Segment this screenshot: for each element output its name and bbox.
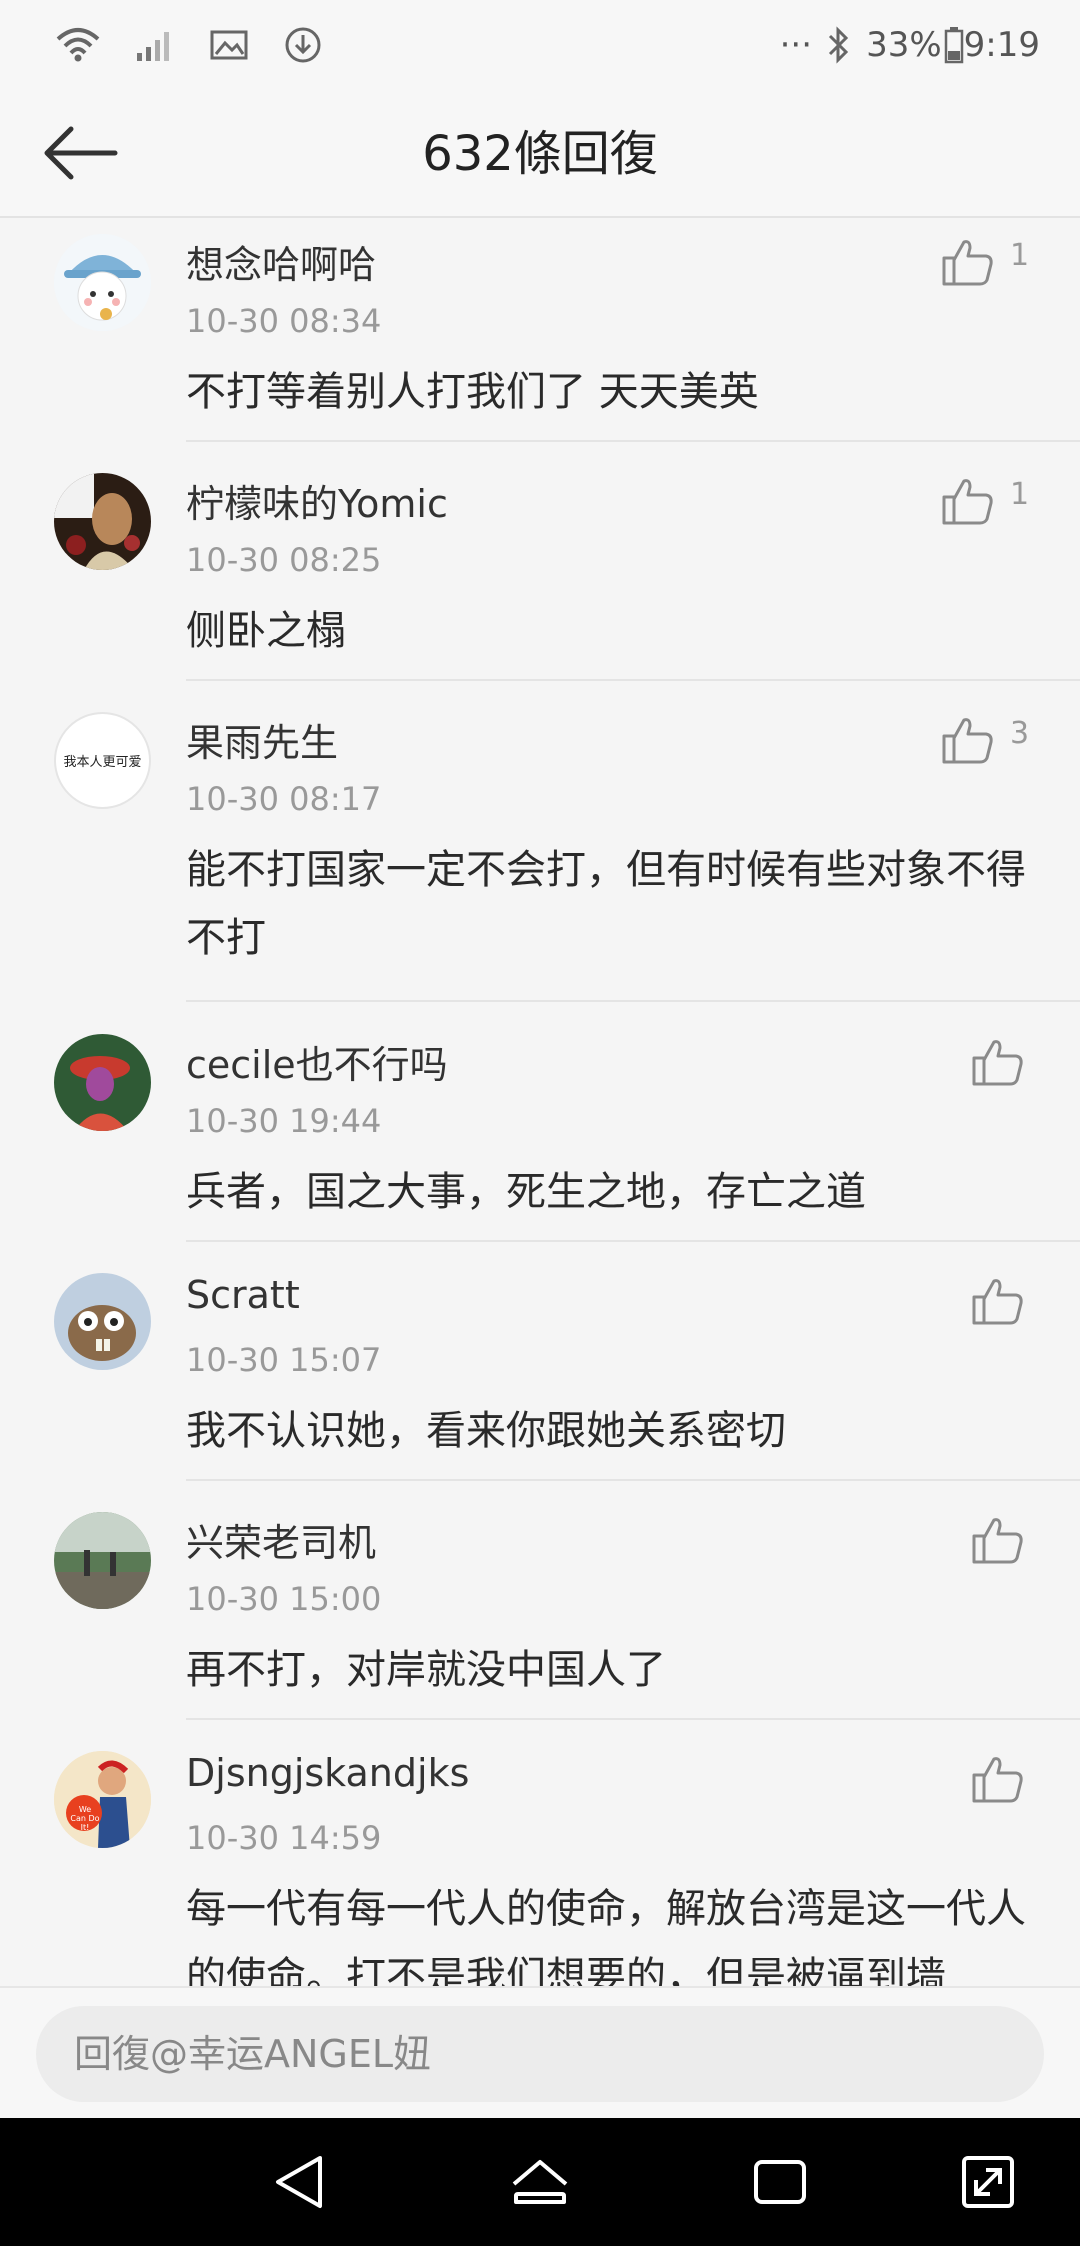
bluetooth-icon — [829, 26, 849, 64]
thumbs-up-icon[interactable] — [940, 473, 996, 529]
comment-text: 侧卧之榻 — [186, 608, 346, 654]
comment-time: 10-30 15:00 — [186, 1580, 382, 1618]
comment-text: 兵者，国之大事，死生之地，存亡之道 — [186, 1169, 866, 1215]
arrow-left-icon — [44, 126, 118, 180]
avatar[interactable] — [54, 1512, 151, 1609]
divider — [186, 1240, 1080, 1242]
thumbs-up-icon[interactable] — [970, 1273, 1026, 1329]
expand-icon[interactable] — [956, 2150, 1020, 2214]
avatar[interactable] — [54, 1034, 151, 1131]
divider — [186, 1479, 1080, 1481]
status-bar: ··· 33% 9:19 — [0, 0, 1080, 90]
divider — [186, 1000, 1080, 1002]
home-icon[interactable] — [508, 2150, 572, 2214]
more-indicator: ··· — [779, 25, 813, 65]
back-button[interactable] — [40, 115, 122, 191]
comment-item[interactable]: 想念哈啊哈 10-30 08:34 不打等着别人打我们了 天天美英 1 — [0, 218, 1080, 442]
divider — [186, 1718, 1080, 1720]
divider — [186, 440, 1080, 442]
battery-percent: 33% — [866, 25, 942, 65]
thumbs-up-icon[interactable] — [970, 1034, 1026, 1090]
comment-time: 10-30 19:44 — [186, 1102, 382, 1140]
comment-item[interactable]: cecile也不行吗 10-30 19:44 兵者，国之大事，死生之地，存亡之道 — [0, 1018, 1080, 1242]
avatar[interactable] — [54, 234, 151, 331]
reply-bar: 回復@幸运ANGEL妞 — [0, 1986, 1080, 2118]
signal-icon — [137, 32, 169, 61]
page-title: 632條回復 — [422, 126, 658, 182]
comment-item[interactable]: 柠檬味的Yomic 10-30 08:25 侧卧之榻 1 — [0, 457, 1080, 681]
back-triangle-icon[interactable] — [268, 2150, 332, 2214]
comment-item[interactable]: We Can Do It! Djsngjskandjks 10-30 14:59… — [0, 1735, 1080, 1986]
comment-item[interactable]: 我本人更可爱 果雨先生 10-30 08:17 能不打国家一定不会打，但有时候有… — [0, 696, 1080, 1002]
username[interactable]: 兴荣老司机 — [186, 1512, 376, 1567]
header: 632條回復 — [0, 90, 1080, 218]
download-icon — [285, 27, 321, 63]
username[interactable]: cecile也不行吗 — [186, 1034, 448, 1089]
comment-text: 每一代有每一代人的使命，解放台湾是这一代人的使命。打不是我们想要的，但是被逼到墙 — [186, 1886, 1026, 1986]
thumbs-up-icon[interactable] — [940, 712, 996, 768]
comment-time: 10-30 08:17 — [186, 780, 382, 818]
like-count: 1 — [1010, 238, 1030, 273]
comment-list[interactable]: 想念哈啊哈 10-30 08:34 不打等着别人打我们了 天天美英 1 柠檬味的… — [0, 218, 1080, 1986]
thumbs-up-icon[interactable] — [970, 1512, 1026, 1568]
comment-text: 再不打，对岸就没中国人了 — [186, 1647, 666, 1693]
comment-time: 10-30 08:34 — [186, 302, 382, 340]
comment-time: 10-30 14:59 — [186, 1819, 382, 1857]
comment-text: 能不打国家一定不会打，但有时候有些对象不得不打 — [186, 847, 1026, 961]
divider — [186, 679, 1080, 681]
recent-apps-icon[interactable] — [748, 2150, 812, 2214]
like-count: 1 — [1010, 477, 1030, 512]
comment-item[interactable]: Scratt 10-30 15:07 我不认识她，看来你跟她关系密切 — [0, 1257, 1080, 1481]
avatar[interactable]: 我本人更可爱 — [54, 712, 151, 809]
username[interactable]: Scratt — [186, 1273, 300, 1317]
username[interactable]: Djsngjskandjks — [186, 1751, 469, 1795]
avatar[interactable] — [54, 473, 151, 570]
like-count: 3 — [1010, 716, 1030, 751]
thumbs-up-icon[interactable] — [940, 234, 996, 290]
wifi-icon — [56, 28, 100, 62]
comment-text: 我不认识她，看来你跟她关系密切 — [186, 1408, 786, 1454]
avatar[interactable] — [54, 1273, 151, 1370]
image-icon — [210, 30, 248, 60]
comment-time: 10-30 15:07 — [186, 1341, 382, 1379]
username[interactable]: 想念哈啊哈 — [186, 234, 376, 289]
comment-time: 10-30 08:25 — [186, 541, 382, 579]
comment-text: 不打等着别人打我们了 天天美英 — [186, 369, 759, 415]
avatar[interactable]: We Can Do It! — [54, 1751, 151, 1848]
system-nav-bar — [0, 2118, 1080, 2246]
battery-icon — [944, 27, 963, 64]
avatar-label: We Can Do It! — [70, 1805, 100, 1832]
comment-item[interactable]: 兴荣老司机 10-30 15:00 再不打，对岸就没中国人了 — [0, 1496, 1080, 1720]
username[interactable]: 柠檬味的Yomic — [186, 473, 448, 528]
username[interactable]: 果雨先生 — [186, 712, 338, 767]
avatar-label: 我本人更可爱 — [63, 755, 142, 770]
reply-input[interactable]: 回復@幸运ANGEL妞 — [36, 2006, 1044, 2102]
thumbs-up-icon[interactable] — [970, 1751, 1026, 1807]
clock: 9:19 — [963, 25, 1040, 65]
